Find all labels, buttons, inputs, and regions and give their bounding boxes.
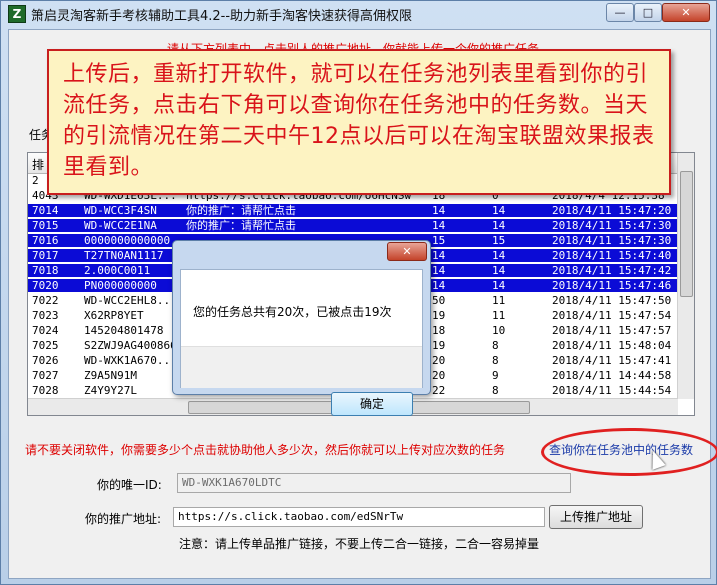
table-cell: 10 <box>492 324 506 337</box>
table-cell: 2018/4/11 15:47:42 <box>552 264 672 277</box>
table-cell: 7028 <box>32 384 59 397</box>
table-cell: 7023 <box>32 309 59 322</box>
table-cell: 15 <box>492 234 506 247</box>
message-dialog: ✕ 您的任务总共有20次，已被点击19次 确定 <box>172 240 431 416</box>
highlight-ellipse <box>541 428 717 476</box>
table-cell: 7015 <box>32 219 59 232</box>
table-cell: 2018/4/11 15:47:40 <box>552 249 672 262</box>
table-cell: 你的推广：请帮忙点击 <box>186 204 296 217</box>
table-cell: 2018/4/11 15:47:46 <box>552 279 672 292</box>
dialog-close-button[interactable]: ✕ <box>387 242 427 261</box>
table-cell: 7014 <box>32 204 59 217</box>
table-cell: 145204801478 <box>84 324 164 337</box>
table-cell: 9 <box>492 369 499 382</box>
table-cell: 14 <box>492 204 506 217</box>
promo-url-input[interactable]: https://s.click.taobao.com/edSNrTw <box>173 507 545 527</box>
table-cell: 15 <box>432 234 446 247</box>
table-cell: S2ZWJ9AG400866 <box>84 339 177 352</box>
unique-id-field: WD-WXK1A670LDTC <box>177 473 571 493</box>
table-cell: 2018/4/11 15:48:04 <box>552 339 672 352</box>
note-text: 注意：请上传单品推广链接，不要上传二合一链接，二合一容易掉量 <box>179 537 540 551</box>
table-cell: 7027 <box>32 369 59 382</box>
table-cell: 8 <box>492 339 499 352</box>
table-cell: Z4Y9Y27L <box>84 384 137 397</box>
upload-url-button[interactable]: 上传推广地址 <box>549 505 643 529</box>
table-cell: 11 <box>492 309 506 322</box>
close-button[interactable]: ✕ <box>662 3 710 22</box>
annotation-text: 上传后，重新打开软件，就可以在任务池列表里看到你的引流任务，点击右下角可以查询你… <box>63 62 655 180</box>
id-label: 你的唯一ID: <box>97 478 162 492</box>
window-title: 箫启灵淘客新手考核辅助工具4.2--助力新手淘客快速获得高佣权限 <box>31 9 413 24</box>
table-cell: 7017 <box>32 249 59 262</box>
vertical-scrollbar[interactable] <box>677 153 694 399</box>
table-cell: X62RP8YET <box>84 309 144 322</box>
table-cell: T27TN0AN1117 <box>84 249 164 262</box>
url-label: 你的推广地址: <box>85 512 162 526</box>
table-cell: WD-WXK1A670... <box>84 354 177 367</box>
table-cell: 22 <box>432 384 446 397</box>
table-cell: 20 <box>432 369 446 382</box>
table-cell: WD-WCC2E1NA <box>84 219 157 232</box>
table-cell: 2018/4/11 15:47:41 <box>552 354 672 367</box>
table-cell: 50 <box>432 294 446 307</box>
table-cell: 11 <box>492 294 506 307</box>
table-cell: 7022 <box>32 294 59 307</box>
table-cell: 8 <box>492 384 499 397</box>
table-cell: 18 <box>432 324 446 337</box>
table-cell: 14 <box>492 219 506 232</box>
main-window: Z 箫启灵淘客新手考核辅助工具4.2--助力新手淘客快速获得高佣权限 — □ ✕… <box>0 0 717 585</box>
app-icon: Z <box>8 5 26 23</box>
table-cell: 2.000C0011 <box>84 264 151 277</box>
table-cell: PN000000000 <box>84 279 157 292</box>
table-cell: 2018/4/11 15:47:30 <box>552 219 672 232</box>
dialog-footer: 确定 <box>181 346 422 416</box>
dialog-body: 您的任务总共有20次，已被点击19次 确定 <box>180 269 423 416</box>
table-cell: 7024 <box>32 324 59 337</box>
table-cell: 14 <box>432 219 446 232</box>
warning-text: 请不要关闭软件，你需要多少个点击就协助他人多少次，然后你就可以上传对应次数的任务 <box>25 443 506 457</box>
table-cell: 2018/4/11 15:47:30 <box>552 234 672 247</box>
table-cell: 14 <box>432 264 446 277</box>
table-cell: 2018/4/11 15:47:20 <box>552 204 672 217</box>
maximize-button[interactable]: □ <box>634 3 662 22</box>
table-cell: 14 <box>432 249 446 262</box>
table-cell: WD-WCC2EHL8... <box>84 294 177 307</box>
table-cell: 14 <box>432 279 446 292</box>
table-cell: Z9A5N91M <box>84 369 137 382</box>
table-cell: 你的推广：请帮忙点击 <box>186 219 296 232</box>
table-cell: 0000000000000 <box>84 234 171 247</box>
ok-button[interactable]: 确定 <box>331 392 413 416</box>
table-cell: 2018/4/11 15:47:50 <box>552 294 672 307</box>
table-cell: 8 <box>492 354 499 367</box>
table-cell: 2018/4/11 15:47:57 <box>552 324 672 337</box>
table-cell: 20 <box>432 354 446 367</box>
header-cell[interactable]: 排 <box>32 156 44 173</box>
table-cell: 7018 <box>32 264 59 277</box>
table-cell: 14 <box>492 249 506 262</box>
table-cell: 19 <box>432 309 446 322</box>
table-cell: 2018/4/11 15:44:54 <box>552 384 672 397</box>
table-cell: 7016 <box>32 234 59 247</box>
table-cell: 14 <box>432 204 446 217</box>
vertical-scroll-thumb[interactable] <box>680 171 693 297</box>
annotation-callout: 上传后，重新打开软件，就可以在任务池列表里看到你的引流任务，点击右下角可以查询你… <box>47 49 671 195</box>
table-cell: 19 <box>432 339 446 352</box>
minimize-button[interactable]: — <box>606 3 634 22</box>
table-row[interactable]: 7014 WD-WCC3F4SN 你的推广：请帮忙点击 14 14 2018/4/11 1… <box>28 204 678 217</box>
table-cell: 2018/4/11 15:47:54 <box>552 309 672 322</box>
table-cell: 14 <box>492 264 506 277</box>
table-cell: 2018/4/11 14:44:58 <box>552 369 672 382</box>
table-cell: WD-WCC3F4SN <box>84 204 157 217</box>
dialog-message: 您的任务总共有20次，已被点击19次 <box>193 305 392 319</box>
table-cell: 7025 <box>32 339 59 352</box>
table-row[interactable]: 7015 WD-WCC2E1NA 你的推广：请帮忙点击 14 14 2018/4/11 1… <box>28 219 678 232</box>
title-bar[interactable]: Z 箫启灵淘客新手考核辅助工具4.2--助力新手淘客快速获得高佣权限 — □ ✕ <box>1 1 716 25</box>
table-cell: 7020 <box>32 279 59 292</box>
table-cell: 14 <box>492 279 506 292</box>
table-cell: 7026 <box>32 354 59 367</box>
